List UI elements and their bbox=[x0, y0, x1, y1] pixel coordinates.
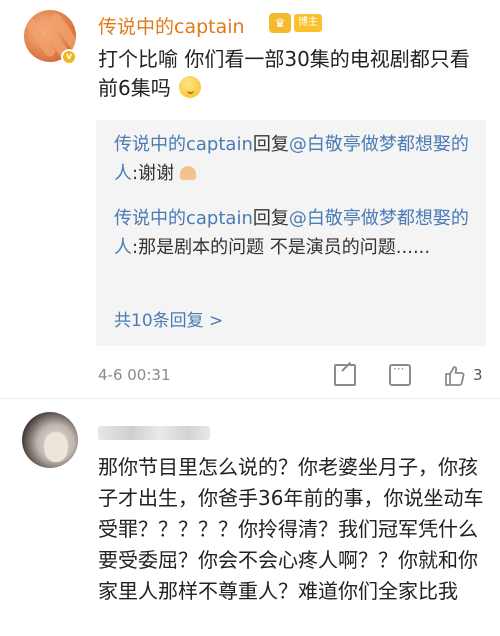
username[interactable]: 传说中的captain bbox=[98, 12, 245, 39]
avatar[interactable] bbox=[22, 412, 78, 468]
reply-text: :谢谢 bbox=[132, 163, 175, 184]
like-icon[interactable] bbox=[443, 364, 467, 388]
reply-action: 回复 bbox=[252, 208, 289, 229]
comment-body: 打个比喻 你们看一部30集的电视剧都只看前6集吗 bbox=[98, 47, 470, 100]
divider bbox=[0, 398, 500, 399]
reply-item[interactable]: 传说中的captain回复@白敬亭做梦都想娶的人:那是剧本的问题 不是演员的问题… bbox=[114, 204, 474, 262]
blurred-username bbox=[98, 426, 210, 440]
clap-emoji-icon bbox=[179, 166, 196, 180]
more-replies-link[interactable]: 共10条回复 > bbox=[114, 306, 223, 331]
comment-text: 打个比喻 你们看一部30集的电视剧都只看前6集吗 bbox=[98, 45, 486, 103]
comment-icon[interactable] bbox=[389, 362, 411, 386]
comment-text: 那你节目里怎么说的？你老婆坐月子，你孩子才出生，你爸手36年前的事，你说坐动车受… bbox=[98, 455, 484, 603]
like-count: 3 bbox=[473, 366, 483, 384]
reply-box: 传说中的captain回复@白敬亭做梦都想娶的人:谢谢 传说中的captain回… bbox=[96, 120, 486, 346]
emoji-icon bbox=[179, 76, 202, 98]
verified-icon: v bbox=[61, 49, 77, 65]
reply-item[interactable]: 传说中的captain回复@白敬亭做梦都想娶的人:谢谢 bbox=[114, 130, 474, 188]
timestamp: 4-6 00:31 bbox=[98, 366, 171, 384]
reply-text: :那是剧本的问题 不是演员的问题...... bbox=[132, 237, 431, 258]
share-icon[interactable] bbox=[334, 364, 356, 386]
reply-action: 回复 bbox=[252, 134, 289, 155]
author-badge: 博主 bbox=[294, 14, 322, 32]
reply-author[interactable]: 传说中的captain bbox=[114, 208, 253, 229]
reply-author[interactable]: 传说中的captain bbox=[114, 134, 253, 155]
vip-crown-icon: ♛ bbox=[269, 13, 291, 33]
